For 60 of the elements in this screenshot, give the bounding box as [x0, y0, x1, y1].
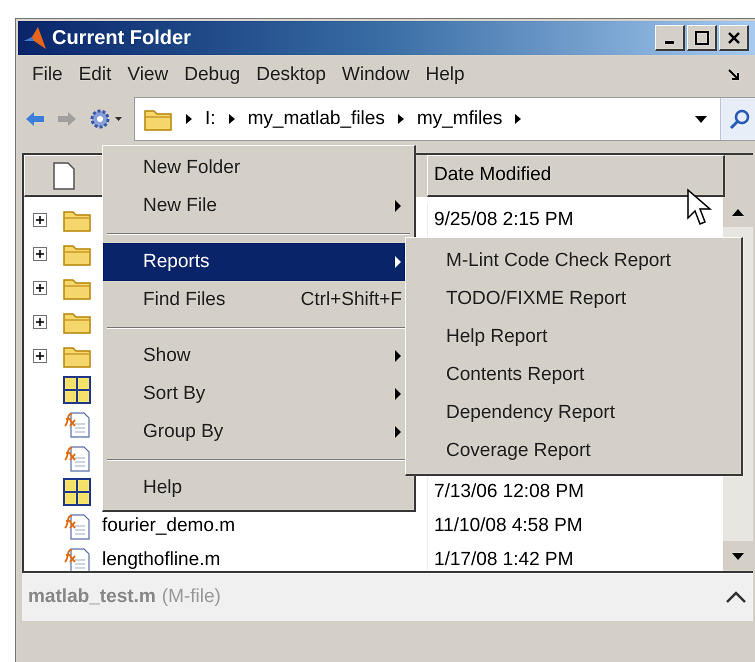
expand-icon[interactable] [33, 315, 47, 329]
expand-icon[interactable] [33, 281, 47, 295]
path-separator-icon [228, 113, 236, 125]
date-cell-text: 9/25/08 2:15 PM [434, 208, 574, 232]
menu-item[interactable]: File [24, 60, 71, 90]
search-icon [728, 107, 752, 131]
submenu-item[interactable]: Contents Report [406, 356, 741, 394]
gear-menu-icon[interactable] [88, 107, 124, 131]
expand-icon[interactable] [33, 247, 47, 261]
address-bar[interactable]: I: my_matlab_files my_mfiles [134, 97, 755, 141]
submenu-item[interactable]: Help Report [406, 318, 741, 356]
submenu-item[interactable]: TODO/FIXME Report [406, 280, 741, 318]
grid-icon [63, 478, 91, 506]
minimize-icon [665, 41, 674, 44]
window-title: Current Folder [52, 26, 191, 51]
path-segment[interactable]: I: [205, 104, 216, 134]
path-separator-icon [185, 113, 193, 125]
menu-item[interactable]: Debug [176, 60, 248, 90]
undock-arrow-icon[interactable] [727, 68, 741, 82]
function-file-icon [63, 444, 91, 472]
dropdown-caret-icon[interactable] [694, 114, 708, 124]
expand-icon[interactable] [33, 213, 47, 227]
context-menu-item[interactable]: Help [103, 469, 414, 507]
path-segment[interactable]: my_mfiles [416, 104, 502, 134]
function-file-icon [63, 512, 91, 540]
submenu-item[interactable]: Dependency Report [406, 394, 741, 432]
date-cell-text: 7/13/06 12:08 PM [434, 480, 584, 504]
minimize-button[interactable] [655, 25, 685, 51]
close-icon [728, 32, 740, 44]
back-arrow-icon[interactable] [24, 110, 46, 128]
menu-item[interactable]: Edit [70, 60, 120, 90]
date-cell-text: 11/10/08 4:58 PM [434, 514, 583, 538]
menu-item[interactable]: Window [334, 60, 418, 90]
path-separator-icon [396, 113, 405, 125]
path-separator-icon [514, 113, 522, 125]
expand-icon[interactable] [33, 349, 47, 363]
function-file-icon [63, 410, 91, 438]
maximize-button[interactable] [687, 25, 717, 51]
details-file-type: (M-file) [162, 584, 221, 609]
path-segment[interactable]: my_matlab_files [248, 104, 385, 134]
menu-item[interactable]: Desktop [248, 60, 334, 90]
submenu-item[interactable]: Coverage Report [406, 432, 741, 470]
mouse-pointer-icon [686, 188, 712, 228]
file-name[interactable]: fourier_demo.m [102, 514, 236, 536]
column-header[interactable]: Date Modified [427, 155, 725, 197]
page-icon [52, 160, 76, 190]
collapse-caret-icon[interactable] [725, 590, 747, 604]
grid-icon [63, 376, 91, 404]
close-button[interactable] [719, 25, 749, 51]
search-button[interactable] [720, 98, 755, 140]
context-menu-item[interactable]: New File [103, 187, 414, 225]
file-name[interactable]: lengthofline.m [102, 548, 220, 570]
menu-item[interactable]: View [119, 60, 176, 90]
date-cell-text: 1/17/08 1:42 PM [434, 548, 574, 571]
menu-item[interactable]: Help [418, 60, 473, 90]
logo-icon [22, 25, 48, 51]
details-file-name: matlab_test.m [28, 584, 156, 609]
context-menu-item[interactable]: New Folder [103, 149, 414, 187]
scroll-down-icon[interactable] [723, 541, 753, 571]
maximize-icon [694, 30, 708, 44]
